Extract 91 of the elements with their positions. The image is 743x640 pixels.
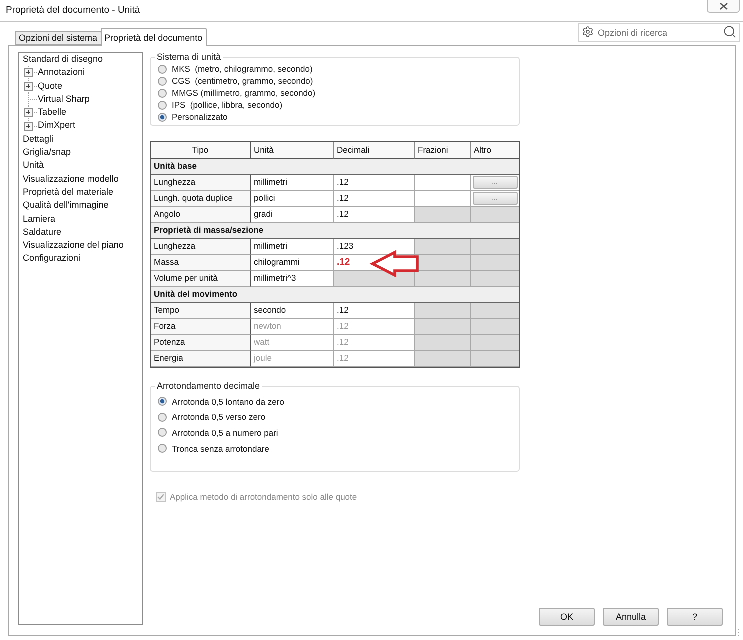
- column-header: Frazioni: [415, 142, 471, 159]
- table-cell: Lunghezza: [151, 239, 251, 255]
- tree-item[interactable]: Configurazioni: [23, 252, 81, 266]
- radio-button[interactable]: [158, 428, 167, 438]
- table-cell[interactable]: millimetri: [251, 239, 334, 255]
- gear-icon: [582, 26, 594, 38]
- radio-label[interactable]: Arrotonda 0,5 verso zero: [172, 412, 266, 422]
- close-icon: [720, 2, 728, 10]
- window-title: Proprietà del documento - Unità: [6, 4, 140, 18]
- expand-plus-icon[interactable]: [23, 120, 37, 133]
- tree-item[interactable]: DimXpert: [38, 119, 76, 133]
- tree-item[interactable]: Lamiera: [23, 212, 56, 226]
- table-cell[interactable]: secondo: [251, 303, 334, 319]
- table-cell[interactable]: gradi: [251, 207, 334, 223]
- table-cell[interactable]: pollici: [251, 191, 334, 207]
- column-header: Unità: [251, 142, 334, 159]
- tab[interactable]: Proprietà del documento: [100, 28, 207, 46]
- radio-button[interactable]: [158, 76, 167, 86]
- radio-button[interactable]: [158, 88, 167, 98]
- tree-item[interactable]: Visualizzazione del piano: [23, 239, 124, 252]
- table-cell: [471, 351, 519, 367]
- section-header: Proprietà di massa/sezione: [151, 223, 519, 239]
- radio-label[interactable]: Personalizzato: [172, 112, 228, 122]
- table-cell[interactable]: .12: [334, 303, 415, 319]
- radio-label[interactable]: MKS (metro, chilogrammo, secondo): [172, 64, 313, 74]
- tree-item[interactable]: Tabelle: [38, 106, 67, 120]
- help-button[interactable]: ?: [667, 608, 723, 626]
- search-field[interactable]: Opzioni di ricerca: [578, 23, 740, 42]
- radio-label[interactable]: MMGS (millimetro, grammo, secondo): [172, 88, 316, 98]
- section-header: Unità del movimento: [151, 287, 519, 303]
- radio-label[interactable]: IPS (pollice, libbra, secondo): [172, 100, 283, 110]
- table-cell: [471, 335, 519, 351]
- tree-item[interactable]: Dettagli: [23, 132, 54, 146]
- expand-plus-icon[interactable]: [23, 80, 37, 93]
- ok-button[interactable]: OK: [539, 608, 595, 626]
- radio-button[interactable]: [158, 412, 167, 422]
- tree-item[interactable]: Unità: [23, 159, 44, 173]
- group-title: Sistema di unità: [156, 52, 222, 63]
- table-cell[interactable]: millimetri: [251, 175, 334, 191]
- table-cell: Massa: [151, 255, 251, 271]
- table-cell: [471, 319, 519, 335]
- tree-item[interactable]: Griglia/snap: [23, 146, 72, 160]
- tree-item[interactable]: Quote: [38, 80, 63, 93]
- cancel-button[interactable]: Annulla: [603, 608, 659, 626]
- tree-item[interactable]: Annotazioni: [38, 66, 86, 80]
- table-cell[interactable]: [415, 175, 471, 191]
- table-cell: Forza: [151, 319, 251, 335]
- search-icon[interactable]: [723, 25, 737, 39]
- group-title: Arrotondamento decimale: [156, 381, 262, 392]
- table-cell[interactable]: millimetri^3: [251, 271, 334, 287]
- table-cell[interactable]: .123: [334, 239, 415, 255]
- radio-label[interactable]: Arrotonda 0,5 lontano da zero: [172, 396, 284, 407]
- tree-item[interactable]: Proprietà del materiale: [23, 186, 114, 200]
- table-cell: Energia: [151, 351, 251, 367]
- table-cell: [471, 239, 519, 255]
- table-cell: Angolo: [151, 207, 251, 223]
- checkbox-label: Applica metodo di arrotondamento solo alle quote: [170, 492, 358, 502]
- radio-button[interactable]: [158, 112, 167, 122]
- section-header: Unità base: [151, 159, 519, 175]
- tree-item[interactable]: Virtual Sharp: [38, 92, 90, 106]
- radio-button[interactable]: [158, 397, 167, 406]
- table-cell: Volume per unità: [151, 271, 251, 287]
- tree-item[interactable]: Saldature: [23, 226, 62, 240]
- table-cell: [471, 271, 519, 287]
- radio-label[interactable]: Arrotonda 0,5 a numero pari: [172, 428, 278, 438]
- radio-label[interactable]: Tronca senza arrotondare: [172, 444, 270, 454]
- tree-item[interactable]: Visualizzazione modello: [23, 172, 119, 186]
- radio-button[interactable]: [158, 100, 167, 110]
- table-cell[interactable]: .12: [334, 175, 415, 191]
- tree-item[interactable]: Standard di disegno: [23, 53, 104, 66]
- table-cell: Tempo: [151, 303, 251, 319]
- table-cell: Potenza: [151, 335, 251, 351]
- table-cell[interactable]: .12: [334, 207, 415, 223]
- table-cell: Lunghezza: [151, 175, 251, 191]
- expand-plus-icon[interactable]: [23, 106, 37, 120]
- radio-label[interactable]: CGS (centimetro, grammo, secondo): [172, 76, 314, 86]
- tab[interactable]: Opzioni del sistema: [15, 31, 102, 45]
- column-header: Altro: [471, 142, 519, 159]
- radio-button[interactable]: [158, 444, 167, 454]
- table-cell[interactable]: .12: [334, 191, 415, 207]
- table-cell: Lungh. quota duplice: [151, 191, 251, 207]
- column-header: Decimali: [334, 142, 415, 159]
- column-header: Tipo: [151, 142, 251, 159]
- table-cell: [471, 303, 519, 319]
- tree-item[interactable]: Qualità dell'immagine: [23, 199, 109, 213]
- expand-plus-icon[interactable]: [23, 66, 37, 80]
- close-button[interactable]: [707, 0, 740, 13]
- table-cell: [471, 255, 519, 271]
- radio-button[interactable]: [158, 64, 167, 74]
- table-cell[interactable]: [415, 191, 471, 207]
- table-cell[interactable]: chilogrammi: [251, 255, 334, 271]
